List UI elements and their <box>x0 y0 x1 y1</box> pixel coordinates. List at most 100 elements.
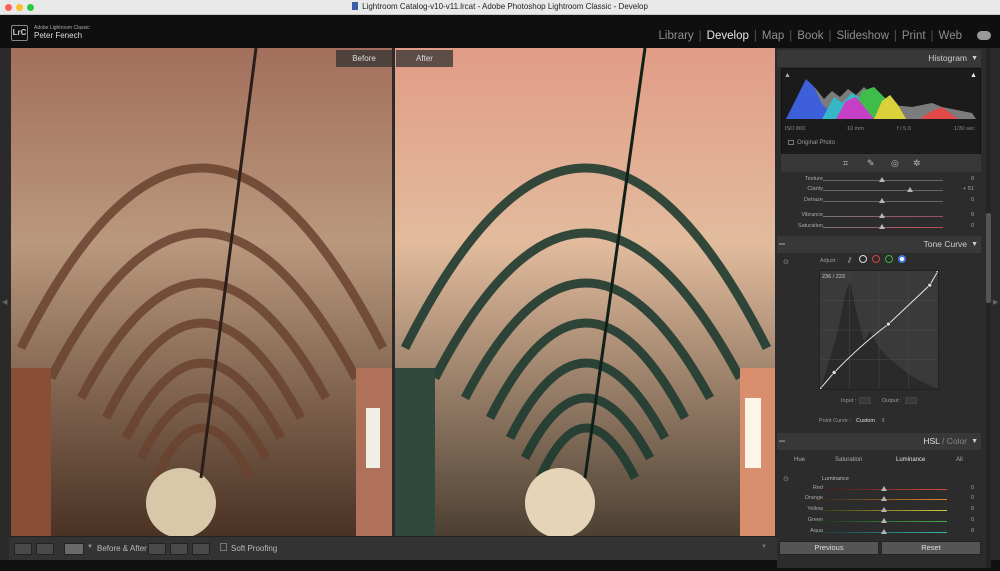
slider-knob[interactable] <box>907 187 913 192</box>
slider-knob[interactable] <box>879 213 885 218</box>
slider-knob[interactable] <box>879 198 885 203</box>
tone-curve-header[interactable]: ▬ Tone Curve ▼ <box>777 236 981 253</box>
rgb-curve-channel[interactable] <box>859 255 867 263</box>
vibrance-slider[interactable]: Vibrance 0 <box>777 212 981 221</box>
luminance-aqua-slider[interactable]: Aqua 0 <box>777 528 981 537</box>
iso-value: ISO 800 <box>785 126 806 132</box>
hsl-tabs: Hue Saturation Luminance All <box>777 454 981 468</box>
saturation-slider[interactable]: Saturation 0 <box>777 223 981 232</box>
histogram-header[interactable]: Histogram ▼ <box>777 50 981 67</box>
slider-knob[interactable] <box>881 507 887 512</box>
healing-tool-icon[interactable]: ✎ <box>867 158 875 169</box>
reset-button[interactable]: Reset <box>881 541 981 555</box>
right-panel: Histogram ▼ ▲ ▲ ISO 800 10 mm f / 5.0 1/… <box>777 48 987 568</box>
hsl-color-header[interactable]: ▬ HSL / Color ▼ <box>777 433 981 450</box>
blue-curve-channel[interactable] <box>898 255 906 263</box>
module-book[interactable]: Book <box>797 30 823 42</box>
develop-toolbar: ▼ Before & After : Soft Proofing ▼ <box>9 536 777 560</box>
user-name: Peter Fenech <box>34 31 83 40</box>
collapse-triangle-icon: ▼ <box>971 55 978 62</box>
green-curve-channel[interactable] <box>885 255 893 263</box>
dehaze-slider[interactable]: Dehaze 0 <box>777 197 981 206</box>
texture-slider[interactable]: Texture 0 <box>777 176 981 185</box>
soft-proofing-checkbox[interactable] <box>220 543 227 551</box>
right-panel-toggle[interactable]: ▶ <box>991 48 1000 568</box>
tab-luminance[interactable]: Luminance <box>896 457 925 463</box>
compare-view-button[interactable] <box>36 543 54 555</box>
slider-knob[interactable] <box>881 529 887 534</box>
collapse-triangle-icon: ▼ <box>971 241 978 248</box>
crop-tool-icon[interactable]: ⌗ <box>843 158 848 169</box>
color-title[interactable]: Color <box>947 436 967 446</box>
targeted-adjustment-icon[interactable]: ⊙ <box>783 258 789 266</box>
tab-all[interactable]: All <box>956 457 963 463</box>
aperture: f / 5.0 <box>897 126 911 132</box>
targeted-adjustment-icon[interactable]: ⊙ <box>783 475 789 483</box>
tool-strip: ⌗ ✎ ◎ ✲ <box>781 154 981 172</box>
slider-knob[interactable] <box>881 496 887 501</box>
module-develop[interactable]: Develop <box>707 30 749 42</box>
toolbar-menu-icon[interactable]: ▼ <box>761 544 767 550</box>
module-slideshow[interactable]: Slideshow <box>836 30 888 42</box>
parametric-curve-icon[interactable]: ⫽ <box>848 256 852 266</box>
curve-readout: 236 / 223 <box>822 274 845 280</box>
chevron-updown-icon[interactable]: ⇕ <box>881 418 886 424</box>
window-title: Lightroom Catalog-v10-v11.lrcat - Adobe … <box>0 2 1000 11</box>
slider-knob[interactable] <box>879 177 885 182</box>
original-photo-toggle[interactable]: Original Photo <box>788 140 835 146</box>
curve-point[interactable] <box>886 321 891 327</box>
svg-text:▲: ▲ <box>784 72 791 79</box>
identity-plate: LrC Adobe Lightroom Classic Peter Fenech… <box>0 15 1000 48</box>
module-map[interactable]: Map <box>762 30 784 42</box>
histogram[interactable]: ▲ ▲ ISO 800 10 mm f / 5.0 1/30 sec Origi… <box>781 68 981 158</box>
module-library[interactable]: Library <box>659 30 694 42</box>
shutter-speed: 1/30 sec <box>954 126 975 132</box>
svg-text:▲: ▲ <box>970 72 977 79</box>
module-print[interactable]: Print <box>902 30 926 42</box>
slider-knob[interactable] <box>881 486 887 491</box>
copy-before-to-after-button[interactable] <box>148 543 166 555</box>
input-field[interactable] <box>859 397 872 404</box>
slider-knob[interactable] <box>881 518 887 523</box>
curve-point[interactable] <box>935 268 941 274</box>
tone-curve-graph[interactable]: 236 / 223 <box>817 268 941 392</box>
previous-button[interactable]: Previous <box>779 541 879 555</box>
after-photo[interactable]: After <box>395 48 775 536</box>
hsl-title[interactable]: HSL <box>923 436 939 446</box>
module-web[interactable]: Web <box>939 30 962 42</box>
tab-saturation[interactable]: Saturation <box>835 457 862 463</box>
masking-tool-icon[interactable]: ✲ <box>913 158 921 169</box>
focal-length: 10 mm <box>847 126 864 132</box>
point-curve-label: Point Curve : <box>819 418 851 424</box>
slider-knob[interactable] <box>879 224 885 229</box>
cloud-sync-icon[interactable] <box>977 31 991 40</box>
tab-hue[interactable]: Hue <box>794 457 805 463</box>
after-photo-image <box>395 48 775 536</box>
before-after-view: Before After <box>9 48 777 536</box>
point-curve-select[interactable]: Custom <box>856 418 875 424</box>
luminance-section-label: Luminance <box>822 476 849 482</box>
before-after-mode-button[interactable] <box>64 543 84 555</box>
document-icon <box>352 2 359 10</box>
lrc-logo: LrC <box>11 25 28 41</box>
clarity-slider[interactable]: Clarity + 51 <box>777 186 981 195</box>
luminance-yellow-slider[interactable]: Yellow 0 <box>777 506 981 515</box>
output-field[interactable] <box>904 397 917 404</box>
luminance-green-slider[interactable]: Green 0 <box>777 517 981 526</box>
luminance-orange-slider[interactable]: Orange 0 <box>777 495 981 504</box>
red-curve-channel[interactable] <box>872 255 880 263</box>
right-panel-scrollbar[interactable] <box>986 48 991 568</box>
red-eye-tool-icon[interactable]: ◎ <box>891 158 899 169</box>
scrollbar-thumb[interactable] <box>986 213 991 303</box>
left-panel-toggle[interactable]: ◀ <box>0 48 9 568</box>
module-picker: Library | Develop | Map | Book | Slideshow | … <box>658 30 962 42</box>
loupe-view-button[interactable] <box>14 543 32 555</box>
swap-before-after-button[interactable] <box>192 543 210 555</box>
copy-after-to-before-button[interactable] <box>170 543 188 555</box>
curve-point[interactable] <box>927 282 933 288</box>
before-photo[interactable]: Before <box>11 48 392 536</box>
luminance-red-slider[interactable]: Red 0 <box>777 485 981 494</box>
input-label: Input : <box>841 397 872 404</box>
chevron-down-icon[interactable]: ▼ <box>87 544 93 550</box>
curve-point[interactable] <box>831 370 837 375</box>
